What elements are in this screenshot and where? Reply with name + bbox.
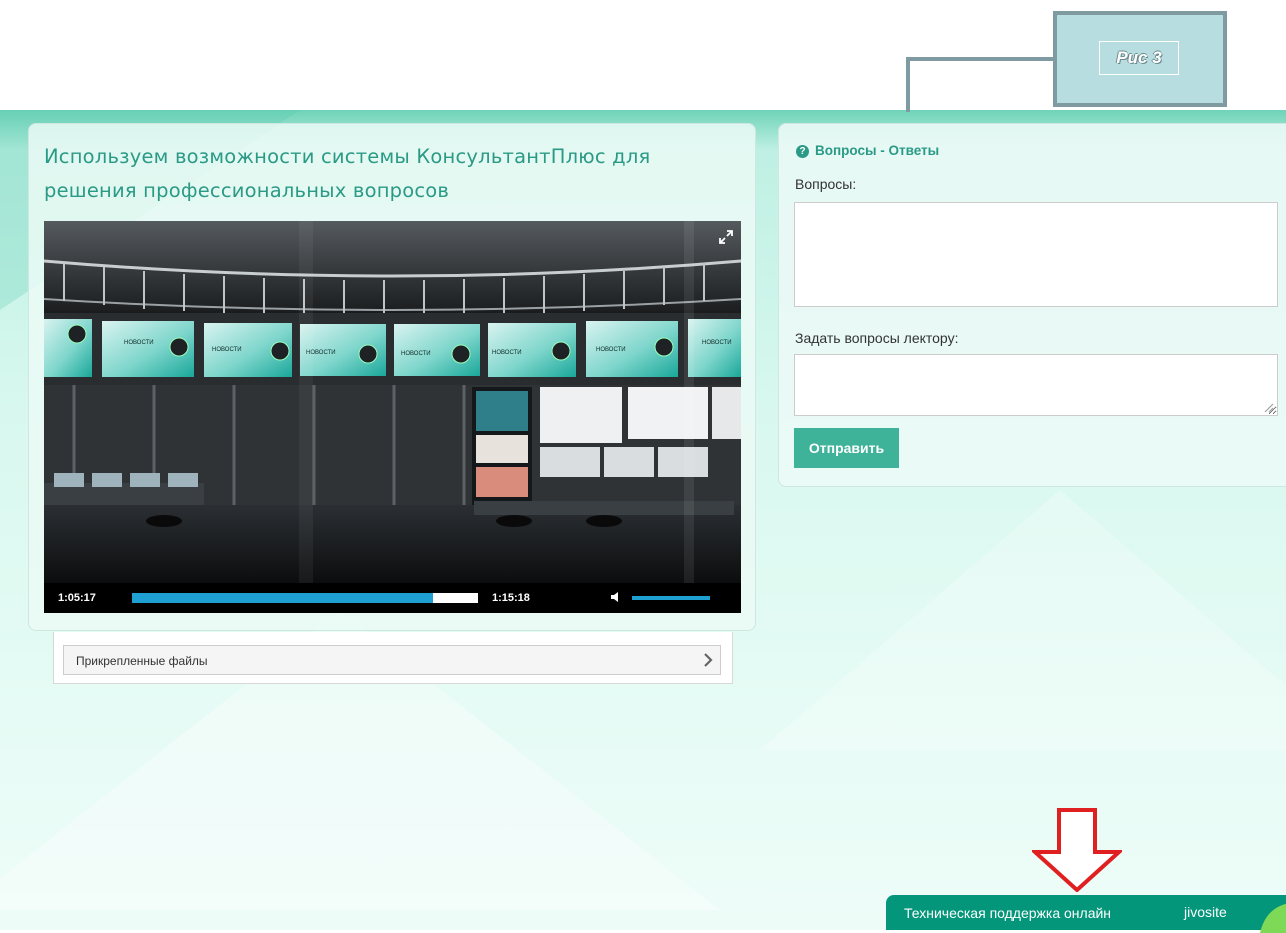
svg-text:НОВОСТИ: НОВОСТИ <box>702 340 732 346</box>
duration: 1:15:18 <box>492 592 530 604</box>
arrow-down-icon <box>1032 808 1122 892</box>
seek-bar-fill <box>132 593 434 603</box>
svg-text:НОВОСТИ: НОВОСТИ <box>492 350 522 356</box>
qa-heading: ? Вопросы - Ответы <box>796 143 939 158</box>
resize-grip-icon[interactable] <box>1264 403 1274 413</box>
volume-icon[interactable] <box>610 590 624 604</box>
volume-slider[interactable] <box>632 596 710 600</box>
svg-text:НОВОСТИ: НОВОСТИ <box>212 347 242 353</box>
svg-text:НОВОСТИ: НОВОСТИ <box>596 347 626 353</box>
support-chat-bar[interactable]: Техническая поддержка онлайн jivosite <box>886 895 1286 933</box>
ask-lecturer-input[interactable] <box>794 354 1278 416</box>
qa-heading-label: Вопросы - Ответы <box>815 143 940 158</box>
ask-lecturer-label: Задать вопросы лектору: <box>795 330 959 346</box>
support-chat-label: Техническая поддержка онлайн <box>904 905 1112 921</box>
fullscreen-icon[interactable] <box>718 229 734 245</box>
annotation-label: Рис 3 <box>1099 41 1179 75</box>
current-time: 1:05:17 <box>58 592 96 604</box>
chat-corner-icon <box>1260 903 1286 933</box>
questions-label: Вопросы: <box>795 176 857 192</box>
questions-list <box>794 202 1278 307</box>
video-frame: НОВОСТИ НОВОСТИ НОВОСТИ НОВОСТИ НОВОСТИ НОВ… <box>44 221 741 583</box>
chevron-right-icon <box>704 653 713 667</box>
jivosite-logo: jivosite <box>1184 904 1227 920</box>
annotation-connector <box>906 57 1056 61</box>
send-button[interactable]: Отправить <box>794 428 899 468</box>
attachments-label: Прикрепленные файлы <box>76 654 208 668</box>
question-circle-icon: ? <box>796 145 809 158</box>
video-controls: 1:05:17 1:15:18 <box>44 583 741 613</box>
video-player[interactable]: НОВОСТИ НОВОСТИ НОВОСТИ НОВОСТИ НОВОСТИ НОВ… <box>44 221 741 613</box>
annotation-connector-vertical <box>906 57 910 112</box>
lesson-title: Используем возможности системы Консульта… <box>44 145 651 202</box>
attachments-toggle[interactable]: Прикрепленные файлы <box>63 645 721 675</box>
seek-bar[interactable] <box>132 593 478 603</box>
svg-text:НОВОСТИ: НОВОСТИ <box>401 351 431 357</box>
svg-text:НОВОСТИ: НОВОСТИ <box>124 340 154 346</box>
